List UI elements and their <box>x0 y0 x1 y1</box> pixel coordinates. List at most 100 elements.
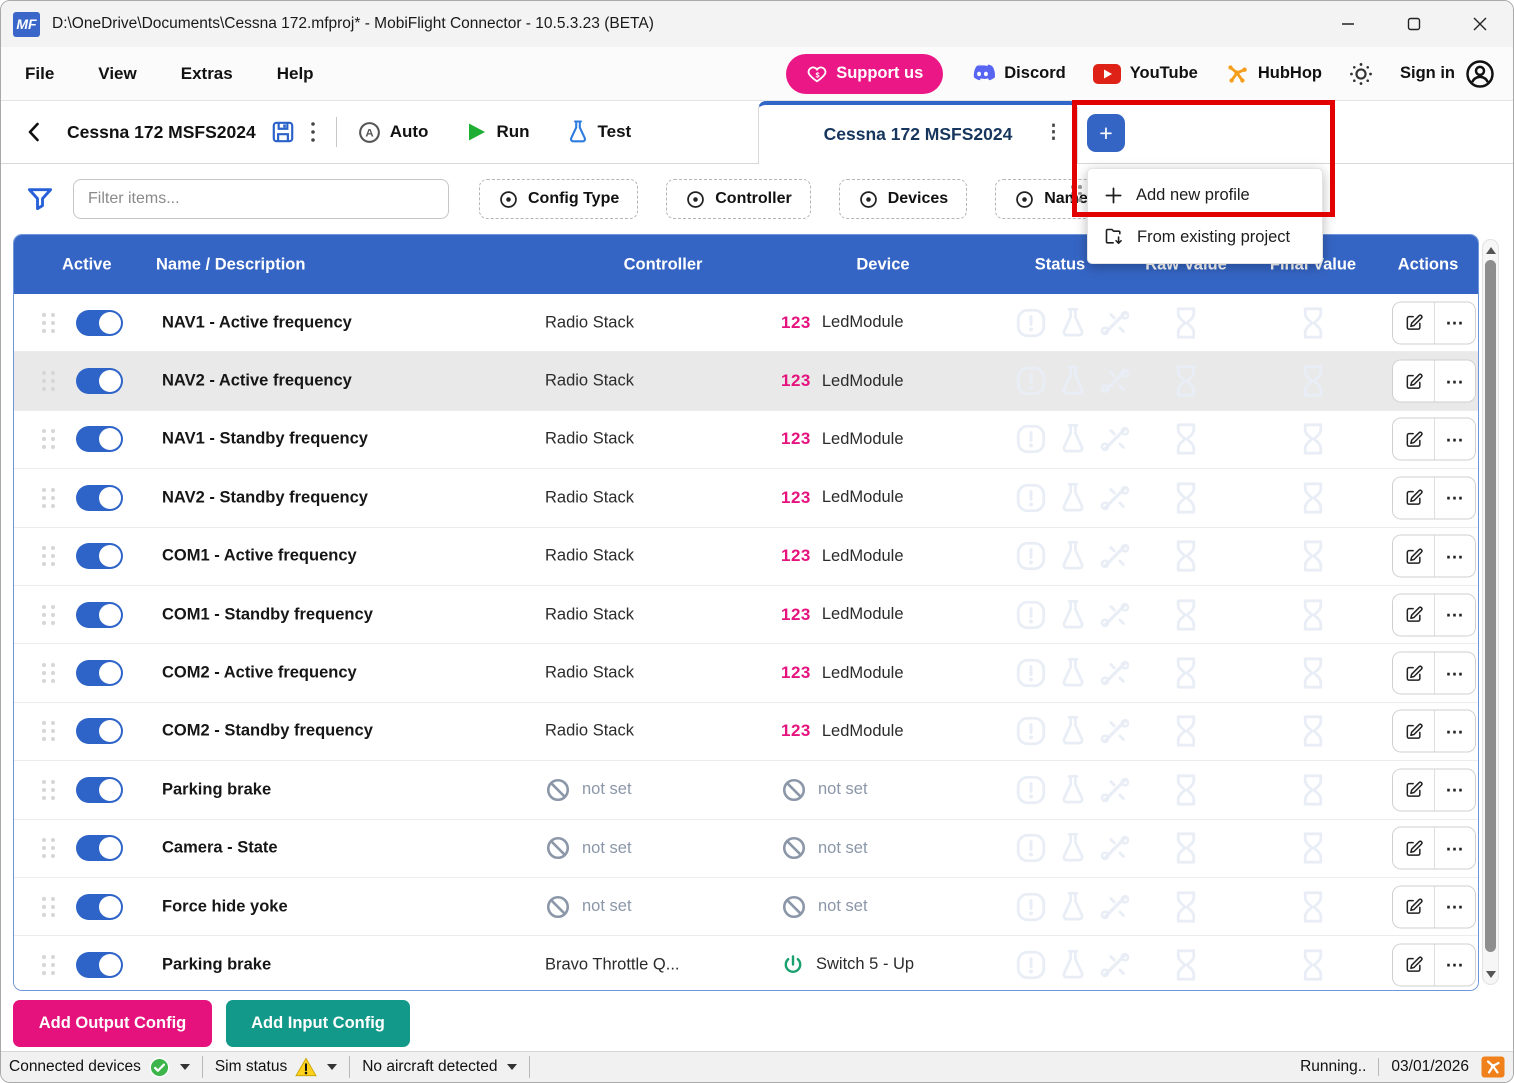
active-toggle[interactable] <box>76 952 123 978</box>
more-actions-button[interactable]: ... <box>1434 944 1475 985</box>
more-actions-button[interactable]: ... <box>1434 594 1475 635</box>
sign-in-button[interactable]: Sign in <box>1400 59 1495 89</box>
more-actions-button[interactable]: ... <box>1434 886 1475 927</box>
close-button[interactable] <box>1447 1 1513 47</box>
config-name[interactable]: COM1 - Active frequency <box>162 547 357 566</box>
active-toggle[interactable] <box>76 602 123 628</box>
filter-chip-config-type[interactable]: Config Type <box>479 179 638 219</box>
config-name[interactable]: COM2 - Standby frequency <box>162 722 373 741</box>
edit-button[interactable] <box>1393 536 1434 577</box>
config-name[interactable]: Parking brake <box>162 955 271 974</box>
drag-handle[interactable] <box>42 371 56 391</box>
drag-handle[interactable] <box>42 780 56 800</box>
table-scrollbar[interactable] <box>1482 239 1499 985</box>
save-icon[interactable] <box>270 119 296 145</box>
tab-kebab-icon[interactable]: ⋮ <box>1044 121 1063 144</box>
active-toggle[interactable] <box>76 426 123 452</box>
menu-view[interactable]: View <box>98 64 136 84</box>
edit-button[interactable] <box>1393 419 1434 460</box>
filter-chip-devices[interactable]: Devices <box>839 179 968 219</box>
discord-link[interactable]: Discord <box>969 63 1065 84</box>
test-button[interactable]: Test <box>566 119 632 145</box>
edit-button[interactable] <box>1393 711 1434 752</box>
theme-toggle-icon[interactable] <box>1348 61 1374 87</box>
menu-extras[interactable]: Extras <box>181 64 233 84</box>
config-name[interactable]: NAV2 - Active frequency <box>162 372 352 391</box>
connected-devices-status[interactable]: Connected devices <box>1 1056 203 1078</box>
edit-button[interactable] <box>1393 828 1434 869</box>
aircraft-status[interactable]: No aircraft detected <box>350 1056 530 1078</box>
tab-cessna-172-msfs2024[interactable]: Cessna 172 MSFS2024 ⋮ <box>758 101 1078 164</box>
active-toggle[interactable] <box>76 835 123 861</box>
config-name[interactable]: NAV2 - Standby frequency <box>162 488 368 507</box>
edit-button[interactable] <box>1393 594 1434 635</box>
minimize-button[interactable] <box>1315 1 1381 47</box>
scrollbar-thumb[interactable] <box>1485 260 1496 952</box>
drag-handle[interactable] <box>42 663 56 683</box>
drag-handle[interactable] <box>42 955 56 975</box>
config-name[interactable]: Force hide yoke <box>162 897 288 916</box>
edit-button[interactable] <box>1393 477 1434 518</box>
edit-button[interactable] <box>1393 361 1434 402</box>
active-toggle[interactable] <box>76 310 123 336</box>
config-name[interactable]: NAV1 - Standby frequency <box>162 430 368 449</box>
more-actions-button[interactable]: ... <box>1434 828 1475 869</box>
add-profile-button[interactable]: + <box>1087 114 1125 152</box>
drag-handle[interactable] <box>42 546 56 566</box>
active-toggle[interactable] <box>76 718 123 744</box>
add-input-config-button[interactable]: Add Input Config <box>226 1000 410 1047</box>
config-name[interactable]: NAV1 - Active frequency <box>162 313 352 332</box>
active-toggle[interactable] <box>76 543 123 569</box>
active-toggle[interactable] <box>76 485 123 511</box>
edit-button[interactable] <box>1393 302 1434 343</box>
drag-handle[interactable] <box>42 838 56 858</box>
drag-handle[interactable] <box>42 605 56 625</box>
active-toggle[interactable] <box>76 894 123 920</box>
more-actions-button[interactable]: ... <box>1434 419 1475 460</box>
more-actions-button[interactable]: ... <box>1434 536 1475 577</box>
menu-file[interactable]: File <box>25 64 54 84</box>
scroll-up-icon[interactable] <box>1483 242 1498 258</box>
device-cell: 123 LedModule <box>781 605 904 625</box>
project-kebab-icon[interactable] <box>310 121 316 143</box>
active-toggle[interactable] <box>76 368 123 394</box>
youtube-link[interactable]: YouTube <box>1092 63 1198 85</box>
drag-handle[interactable] <box>42 721 56 741</box>
more-actions-button[interactable]: ... <box>1434 653 1475 694</box>
config-name[interactable]: Parking brake <box>162 780 271 799</box>
drag-handle[interactable] <box>42 897 56 917</box>
menu-item-add-new-profile[interactable]: Add new profile <box>1088 174 1322 216</box>
drag-handle[interactable] <box>42 429 56 449</box>
active-toggle[interactable] <box>76 660 123 686</box>
menu-help[interactable]: Help <box>277 64 314 84</box>
support-us-button[interactable]: $ Support us <box>786 54 943 94</box>
hubhop-link[interactable]: HubHop <box>1224 61 1322 87</box>
sim-status[interactable]: Sim status <box>203 1056 350 1078</box>
edit-button[interactable] <box>1393 653 1434 694</box>
auto-button[interactable]: A Auto <box>357 120 429 145</box>
filter-items-input[interactable] <box>73 179 449 219</box>
menu-item-from-existing-project[interactable]: From existing project <box>1088 216 1322 258</box>
drag-handle[interactable] <box>42 313 56 333</box>
maximize-button[interactable] <box>1381 1 1447 47</box>
edit-button[interactable] <box>1393 769 1434 810</box>
add-output-config-button[interactable]: Add Output Config <box>13 1000 212 1047</box>
more-actions-button[interactable]: ... <box>1434 769 1475 810</box>
target-icon <box>498 189 519 210</box>
back-button[interactable] <box>23 120 45 144</box>
more-actions-button[interactable]: ... <box>1434 361 1475 402</box>
scroll-down-icon[interactable] <box>1483 966 1498 982</box>
drag-handle[interactable] <box>42 488 56 508</box>
config-name[interactable]: COM2 - Active frequency <box>162 664 357 683</box>
active-toggle[interactable] <box>76 777 123 803</box>
run-button[interactable]: Run <box>464 120 529 144</box>
more-actions-button[interactable]: ... <box>1434 477 1475 518</box>
table-row: Force hide yoke not set 123 not set ... <box>14 878 1478 936</box>
config-name[interactable]: Camera - State <box>162 839 278 858</box>
more-actions-button[interactable]: ... <box>1434 302 1475 343</box>
edit-button[interactable] <box>1393 886 1434 927</box>
config-name[interactable]: COM1 - Standby frequency <box>162 605 373 624</box>
more-actions-button[interactable]: ... <box>1434 711 1475 752</box>
edit-button[interactable] <box>1393 944 1434 985</box>
filter-chip-controller[interactable]: Controller <box>666 179 810 219</box>
